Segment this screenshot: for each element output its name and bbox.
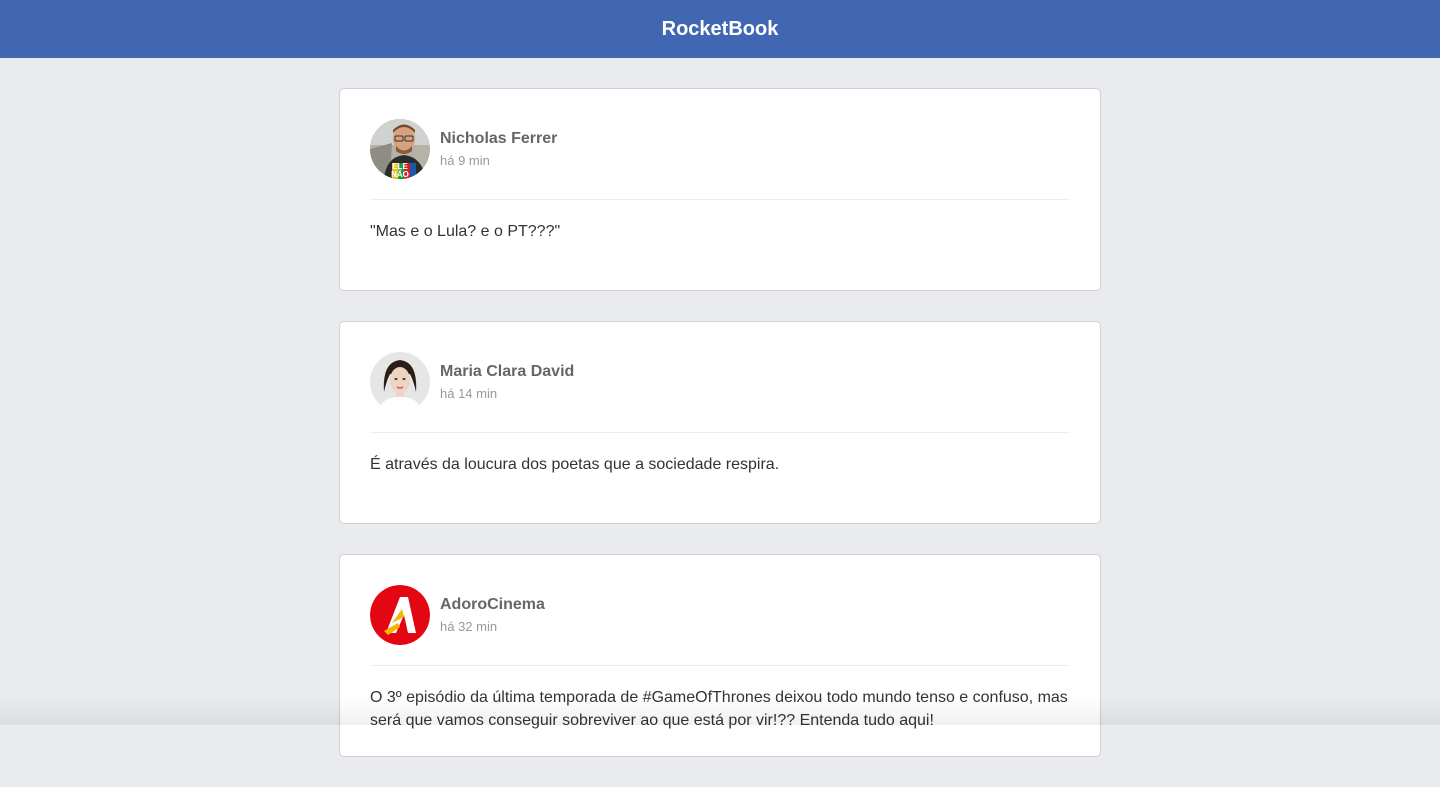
top-navbar: RocketBook (0, 0, 1440, 58)
person-photo-icon (370, 352, 430, 412)
author-name[interactable]: Nicholas Ferrer (440, 129, 557, 149)
author-info: Nicholas Ferrer há 9 min (440, 129, 557, 170)
author-name[interactable]: Maria Clara David (440, 362, 574, 382)
avatar[interactable]: ELE NÃO (370, 119, 430, 179)
post-header: AdoroCinema há 32 min (370, 585, 1070, 666)
post-header: ELE NÃO Nicholas Ferrer há 9 min (370, 119, 1070, 200)
post-card: Maria Clara David há 14 min É através da… (339, 321, 1101, 524)
post-timestamp: há 14 min (440, 385, 498, 401)
author-info: AdoroCinema há 32 min (440, 595, 545, 636)
avatar[interactable] (370, 585, 430, 645)
post-header: Maria Clara David há 14 min (370, 352, 1070, 433)
post-timestamp: há 9 min (440, 152, 490, 168)
post-content: O 3º episódio da última temporada de #Ga… (370, 689, 1068, 729)
avatar[interactable] (370, 352, 430, 412)
adorocinema-logo-icon (370, 585, 430, 645)
post-timestamp: há 32 min (440, 618, 498, 634)
post-card: ELE NÃO Nicholas Ferrer há 9 min "Mas e … (339, 88, 1101, 291)
post-content: "Mas e o Lula? e o PT???" (370, 223, 561, 240)
author-info: Maria Clara David há 14 min (440, 362, 574, 403)
post-content: É através da loucura dos poetas que a so… (370, 456, 780, 473)
author-name[interactable]: AdoroCinema (440, 595, 545, 615)
post-card: AdoroCinema há 32 min O 3º episódio da ú… (339, 554, 1101, 757)
person-photo-icon: ELE NÃO (370, 119, 430, 179)
post-feed: ELE NÃO Nicholas Ferrer há 9 min "Mas e … (339, 88, 1101, 787)
svg-text:NÃO: NÃO (391, 170, 409, 179)
app-title[interactable]: RocketBook (662, 18, 779, 41)
